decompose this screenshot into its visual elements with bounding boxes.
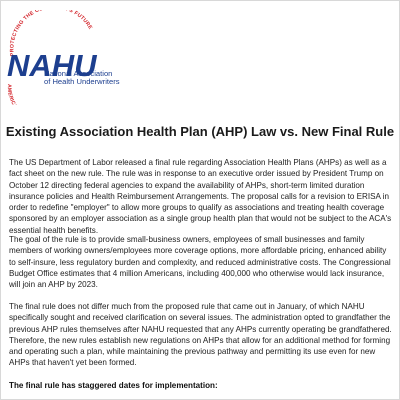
paragraph-final-rule: The final rule does not differ much from… [9,302,392,368]
document-title: Existing Association Health Plan (AHP) L… [5,124,395,139]
logo-arc-bottom-text: AMERICA'S BENEFITS SPECIALISTS [6,84,84,105]
paragraph-goal: The goal of the rule is to provide small… [9,235,391,290]
svg-text:AMERICA'S BENEFITS SPECIALISTS: AMERICA'S BENEFITS SPECIALISTS [6,84,84,105]
implementation-subheading: The final rule has staggered dates for i… [9,381,218,390]
paragraph-intro: The US Department of Labor released a fi… [9,158,392,235]
nahu-logo: PROTECTING THE CONSUMER'S FUTURE NAHU AM… [4,10,124,105]
logo-org-name-line2: of Health Underwriters [44,77,120,86]
nahu-logo-graphic: PROTECTING THE CONSUMER'S FUTURE NAHU AM… [6,10,98,105]
